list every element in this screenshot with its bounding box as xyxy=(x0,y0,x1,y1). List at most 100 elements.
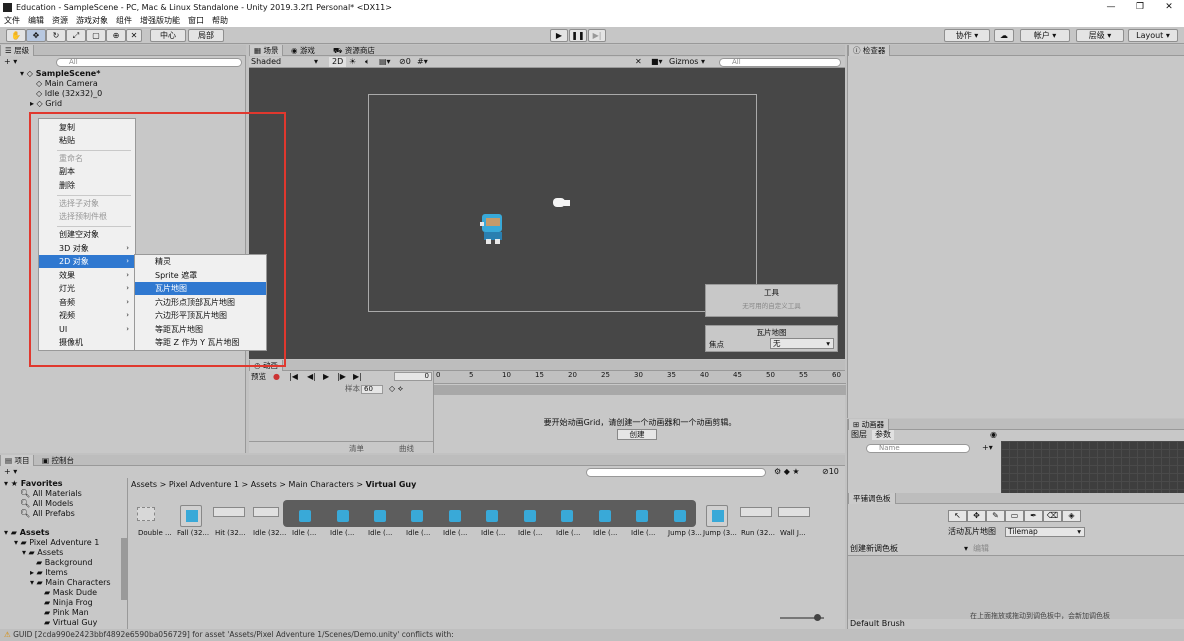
breadcrumb-item[interactable]: Assets xyxy=(251,480,277,489)
breadcrumb-item[interactable]: Main Characters xyxy=(289,480,354,489)
camera-icon[interactable]: ■▾ xyxy=(651,57,663,67)
rect-tool-icon[interactable]: ▢ xyxy=(86,29,106,42)
move-tile-icon[interactable]: ✥ xyxy=(967,510,986,522)
create-animation-button[interactable]: 创建 xyxy=(617,429,657,440)
asset-thumb[interactable] xyxy=(740,507,772,517)
brush-dropdown[interactable]: Default Brush xyxy=(850,619,905,629)
layout-dropdown[interactable]: Layout ▾ xyxy=(1128,29,1178,42)
tab-scene[interactable]: ▦ 场景 xyxy=(249,45,284,56)
add-keyframe-icon[interactable]: ◇ ⟡ xyxy=(389,384,403,394)
menu-item-video[interactable]: 视频 › xyxy=(39,309,135,322)
tree-item[interactable]: ▾ ▰ Assets xyxy=(22,548,63,558)
menu-item-select-children[interactable]: 选择子对象 xyxy=(39,197,135,210)
menu-item-audio[interactable]: 音频 › xyxy=(39,296,135,309)
project-create-icon[interactable]: + ▾ xyxy=(4,467,17,477)
tab-hierarchy[interactable]: ☰ 层级 xyxy=(0,45,35,56)
tab-animation[interactable]: ◷ 动画 xyxy=(249,360,283,371)
local-button[interactable]: 局部 xyxy=(188,29,224,42)
custom-tool-icon[interactable]: ✕ xyxy=(126,29,142,42)
account-dropdown[interactable]: 帐户 ▾ xyxy=(1020,29,1070,42)
minimize-button[interactable]: — xyxy=(1096,0,1126,14)
assets-root[interactable]: ▾ ▰ Assets xyxy=(4,528,49,538)
select-tool-icon[interactable]: ↖ xyxy=(948,510,967,522)
menu-item-paste[interactable]: 粘贴 xyxy=(39,134,135,147)
fav-item[interactable]: 🔍︎ All Prefabs xyxy=(20,509,75,519)
shading-dropdown[interactable]: Shaded ▾ xyxy=(251,57,321,67)
tree-item[interactable]: ▰ Background xyxy=(36,558,92,568)
layers-dropdown[interactable]: 层级 ▾ xyxy=(1076,29,1124,42)
next-frame-icon[interactable]: |▶ xyxy=(337,372,346,382)
move-tool-icon[interactable]: ✥ xyxy=(26,29,46,42)
picker-icon[interactable]: ✒ xyxy=(1024,510,1043,522)
edit-palette-button[interactable]: 编辑 xyxy=(973,544,989,554)
light-icon[interactable]: ☀ xyxy=(349,57,356,67)
active-tilemap-dropdown[interactable]: Tilemap ▾ xyxy=(1005,527,1085,537)
sprite-frame-thumb[interactable] xyxy=(631,505,653,527)
tree-item[interactable]: ▰ Virtual Guy xyxy=(44,618,97,628)
animator-graph[interactable] xyxy=(1001,441,1184,493)
maximize-button[interactable]: ❐ xyxy=(1125,0,1155,14)
menu-help[interactable]: 帮助 xyxy=(208,15,232,26)
hierarchy-item-grid[interactable]: ▸ ◇ Grid xyxy=(30,99,62,109)
hierarchy-search-input[interactable]: All xyxy=(56,58,242,67)
tab-animator[interactable]: ⊞ 动画器 xyxy=(848,419,890,430)
hidden-packages-count[interactable]: ⊘10 xyxy=(822,467,839,477)
menu-item-effects[interactable]: 效果 › xyxy=(39,269,135,282)
asset-thumb[interactable] xyxy=(253,507,279,517)
play-anim-icon[interactable]: ▶ xyxy=(323,372,329,382)
menu-gameobject[interactable]: 游戏对象 xyxy=(72,15,112,26)
tab-palette[interactable]: 平铺调色板 xyxy=(848,493,896,504)
menu-item-light[interactable]: 灯光 › xyxy=(39,282,135,295)
animator-layers-tab[interactable]: 图层 xyxy=(851,430,867,440)
tab-console[interactable]: ▣ 控制台 xyxy=(38,455,78,466)
asset-thumb[interactable] xyxy=(180,505,202,527)
gizmos-dropdown[interactable]: Gizmos ▾ xyxy=(669,57,709,67)
tab-inspector[interactable]: ⓘ 检查器 xyxy=(848,45,891,56)
prev-frame-icon[interactable]: ◀| xyxy=(307,372,316,382)
curves-tab[interactable]: 曲线 xyxy=(399,443,414,454)
menu-item-copy[interactable]: 复制 xyxy=(39,121,135,134)
menu-file[interactable]: 文件 xyxy=(0,15,24,26)
play-icon[interactable]: ▶ xyxy=(550,29,568,42)
menu-item-create-empty[interactable]: 创建空对象 xyxy=(39,228,135,241)
tree-item[interactable]: ▰ Pink Man xyxy=(44,608,89,618)
filter-icons[interactable]: ⚙ ◆ ★ xyxy=(774,467,800,477)
menu-assets[interactable]: 资源 xyxy=(48,15,72,26)
sprite-frame-thumb[interactable] xyxy=(556,505,578,527)
submenu-item-sprite-mask[interactable]: Sprite 遮罩 xyxy=(135,269,266,282)
asset-thumb[interactable] xyxy=(213,507,245,517)
tree-item[interactable]: ▸ ▰ Items xyxy=(30,568,68,578)
grid-icon[interactable]: #▾ xyxy=(417,57,428,67)
record-icon[interactable]: ● xyxy=(273,372,280,382)
transform-tool-icon[interactable]: ⊕ xyxy=(106,29,126,42)
preview-button[interactable]: 预览 xyxy=(251,372,266,382)
rotate-tool-icon[interactable]: ↻ xyxy=(46,29,66,42)
menu-item-delete[interactable]: 删除 xyxy=(39,179,135,192)
sprite-frame-thumb[interactable] xyxy=(369,505,391,527)
focus-dropdown[interactable]: 无 ▾ xyxy=(770,338,834,349)
pause-icon[interactable]: ❚❚ xyxy=(569,29,587,42)
breadcrumb-item[interactable]: Pixel Adventure 1 xyxy=(169,480,239,489)
add-param-icon[interactable]: +▾ xyxy=(982,443,993,453)
create-palette-dropdown[interactable]: 创建新调色板 ▾ xyxy=(850,544,970,554)
close-button[interactable]: ✕ xyxy=(1154,0,1184,14)
audio-icon[interactable]: 🔈︎ xyxy=(365,57,370,67)
timeline-area[interactable]: 0 5 10 15 20 25 30 35 40 45 50 55 60 要开始… xyxy=(433,371,846,453)
fav-item[interactable]: 🔍︎ All Materials xyxy=(20,489,82,499)
tree-scrollbar[interactable] xyxy=(121,538,127,600)
hierarchy-item-main-camera[interactable]: ◇ Main Camera xyxy=(36,79,98,89)
status-message[interactable]: GUID [2cda990e2423bbf4892e6590ba056729] … xyxy=(13,630,454,639)
scene-root[interactable]: ▾ ◇ SampleScene* xyxy=(20,69,100,79)
submenu-item-hex-flat-tilemap[interactable]: 六边形平顶瓦片地图 xyxy=(135,309,266,322)
menu-item-2d-object[interactable]: 2D 对象 › xyxy=(39,255,135,268)
tree-item[interactable]: ▾ ▰ Main Characters xyxy=(30,578,111,588)
fill-icon[interactable]: ◈ xyxy=(1062,510,1081,522)
pivot-button[interactable]: 中心 xyxy=(150,29,186,42)
menu-item-duplicate[interactable]: 副本 xyxy=(39,165,135,178)
box-fill-icon[interactable]: ▭ xyxy=(1005,510,1024,522)
sprite-frame-thumb[interactable] xyxy=(332,505,354,527)
cloud-icon[interactable]: ☁ xyxy=(994,29,1014,42)
hidden-count-icon[interactable]: ⊘0 xyxy=(399,57,411,67)
submenu-item-isometric-tilemap[interactable]: 等距瓦片地图 xyxy=(135,323,266,336)
scale-tool-icon[interactable]: ⤢ xyxy=(66,29,86,42)
